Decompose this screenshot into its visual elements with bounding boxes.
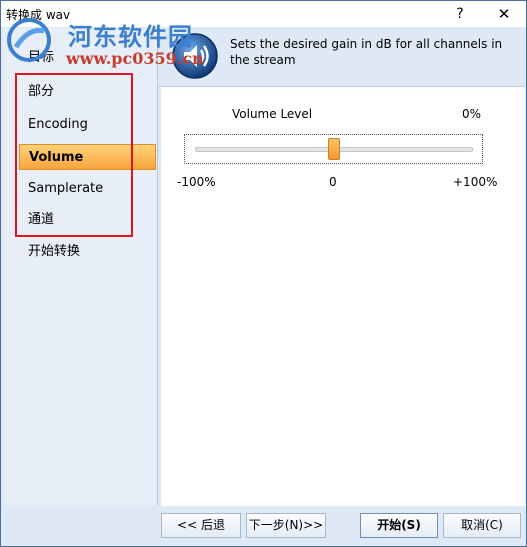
volume-level-label: Volume Level [232,107,313,121]
start-button[interactable]: 开始(S) [360,513,438,538]
site-watermark: 河东软件园 www.pc0359.cn [6,13,216,73]
next-button[interactable]: 下一步(N)>> [246,513,326,538]
slider-max-label: +100% [453,175,498,189]
watermark-site-name: 河东软件园 [68,22,193,51]
wizard-footer: << 后退 下一步(N)>> 开始(S) 取消(C) [3,506,525,546]
slider-min-label: -100% [177,175,216,189]
slider-thumb[interactable] [328,138,340,160]
back-button[interactable]: << 后退 [161,513,241,538]
watermark-url: www.pc0359.cn [66,49,204,68]
highlight-annotation-box [15,73,133,237]
slider-mid-label: 0 [329,175,337,189]
converter-window: 转换成 wav ? ✕ 目标 部分 Encoding Volume Sample… [0,0,527,547]
step-description: Sets the desired gain in dB for all chan… [230,37,503,67]
site-logo-icon [7,18,51,62]
close-button[interactable]: ✕ [491,4,517,24]
cancel-button[interactable]: 取消(C) [443,513,521,538]
volume-value: 0% [462,107,482,121]
sidebar-item-start-conversion[interactable]: 开始转换 [19,239,155,265]
volume-panel: Volume Level 0% -100% 0 +100% [161,87,525,507]
volume-slider[interactable] [184,134,483,164]
help-button[interactable]: ? [447,4,473,24]
